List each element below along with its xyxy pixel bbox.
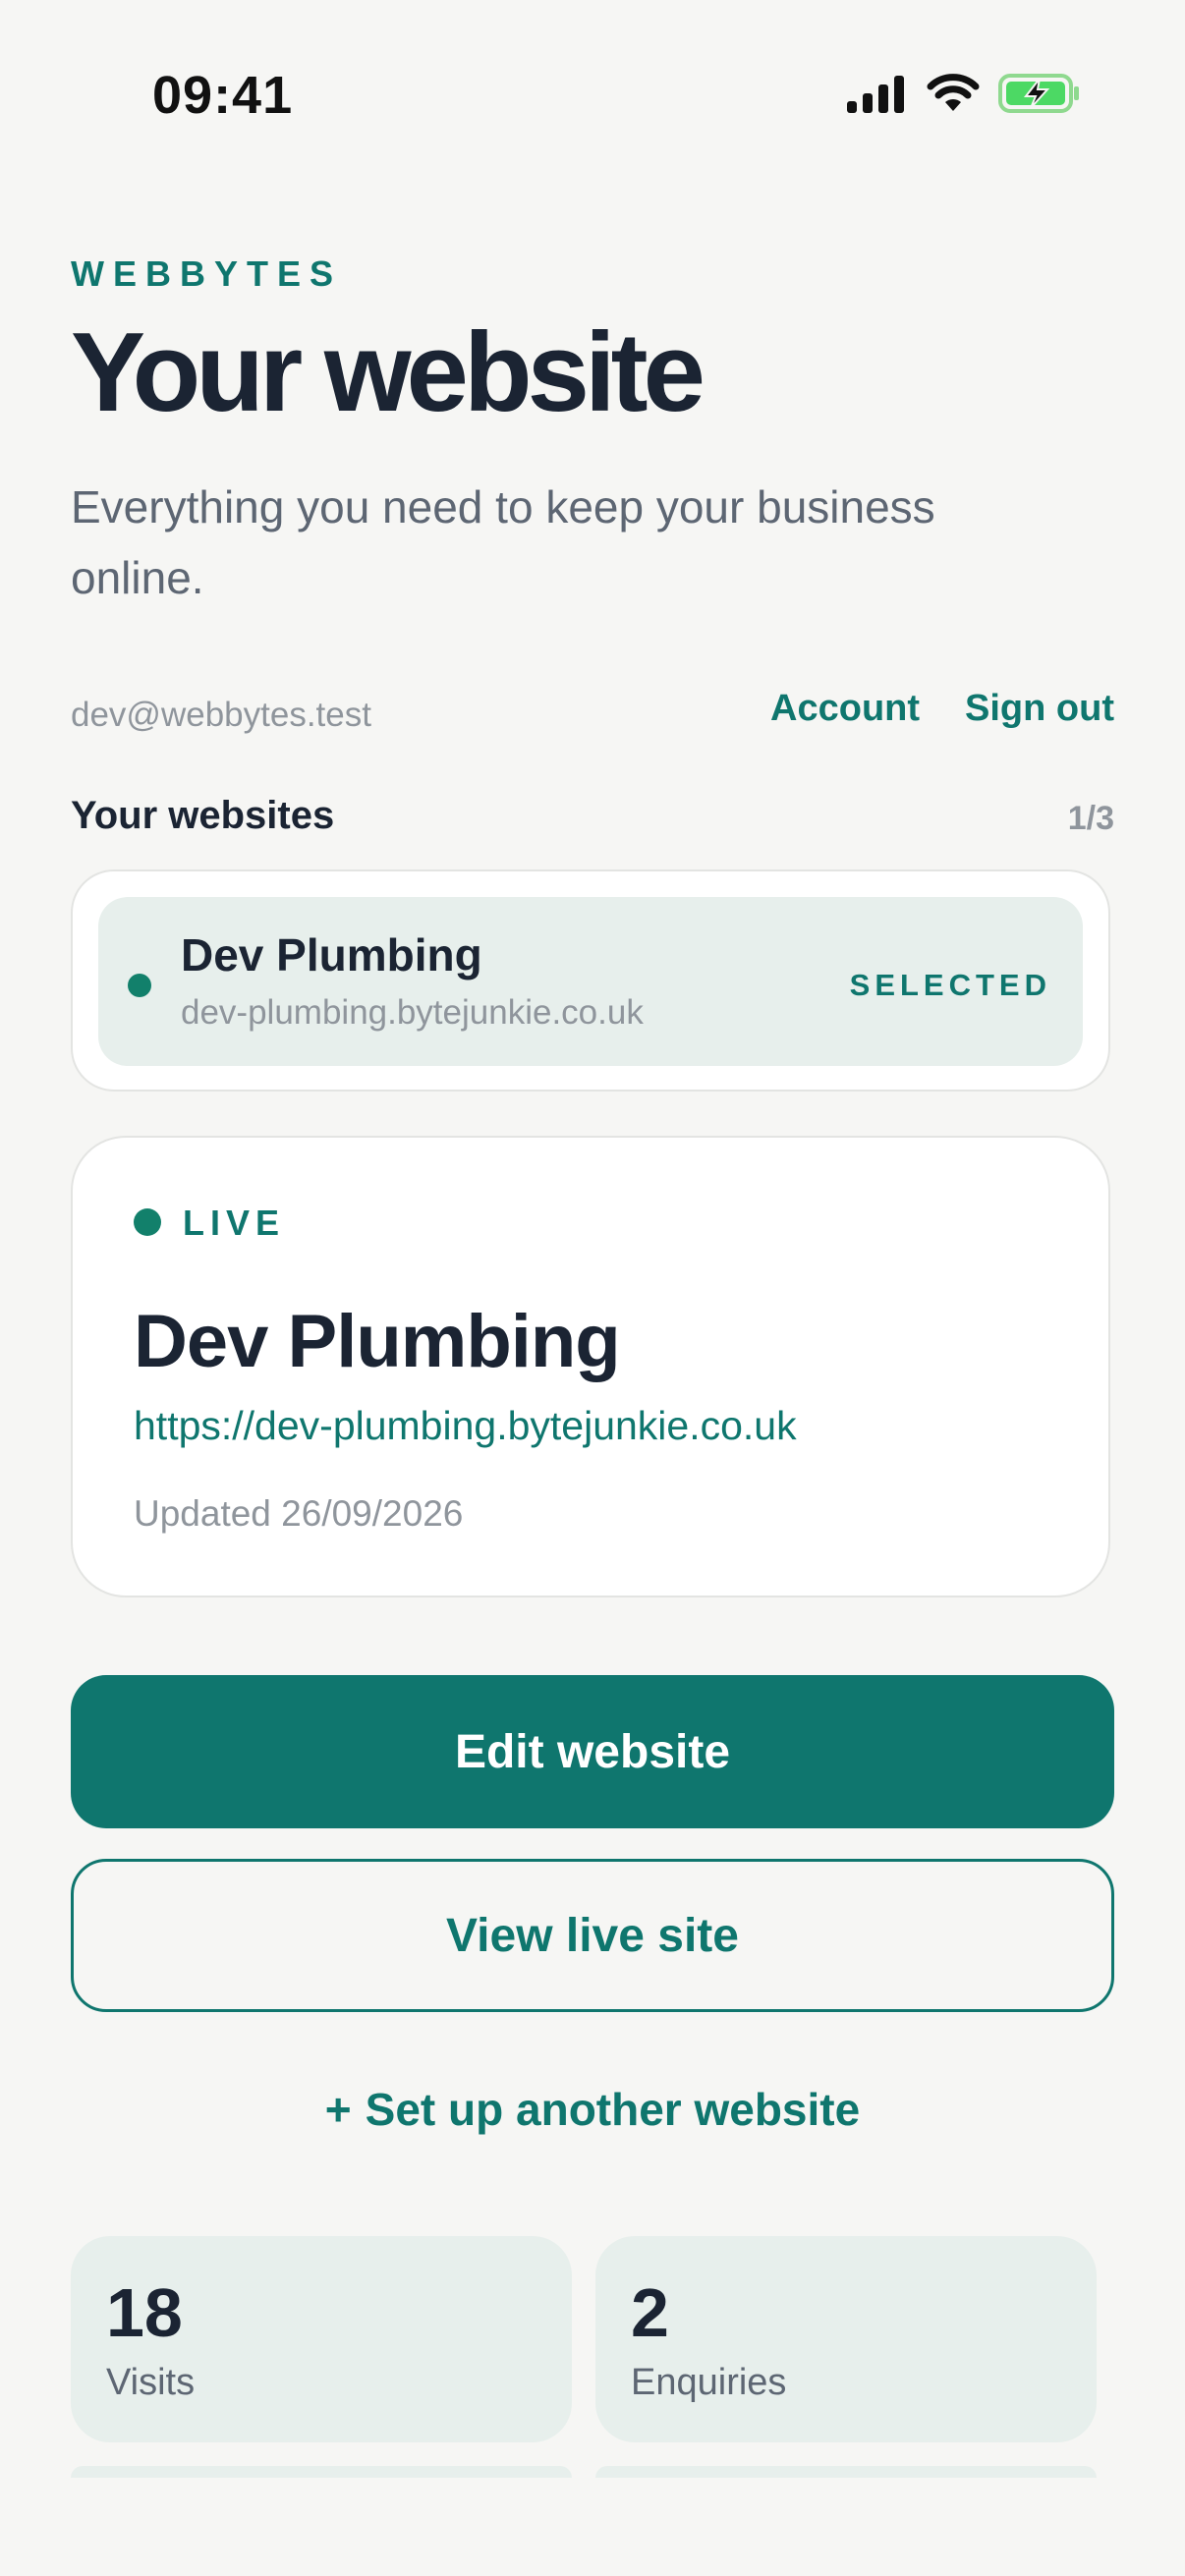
stat-value: 18 — [106, 2274, 183, 2351]
status-time: 09:41 — [152, 66, 294, 125]
add-website-link[interactable]: + Set up another website — [71, 2083, 1114, 2136]
view-live-site-button[interactable]: View live site — [71, 1859, 1114, 2012]
stat-card-partial — [595, 2466, 1097, 2478]
sign-out-link[interactable]: Sign out — [965, 688, 1114, 730]
stat-value: 2 — [631, 2274, 669, 2351]
live-site-url[interactable]: https://dev-plumbing.bytejunkie.co.uk — [134, 1403, 797, 1449]
battery-charging-icon — [998, 73, 1081, 114]
live-site-name: Dev Plumbing — [134, 1300, 621, 1383]
status-icons — [847, 73, 1081, 114]
page-subtitle: Everything you need to keep your busines… — [71, 481, 935, 603]
websites-section-title: Your websites — [71, 794, 335, 837]
website-list-item[interactable]: Dev Plumbing dev-plumbing.bytejunkie.co.… — [98, 897, 1083, 1066]
account-links: Account Sign out — [770, 688, 1114, 730]
page-title: Your website — [71, 310, 705, 435]
stat-card-partial — [71, 2466, 572, 2478]
edit-website-button[interactable]: Edit website — [71, 1675, 1114, 1828]
live-status-dot-icon — [134, 1208, 161, 1236]
cellular-signal-icon — [847, 74, 908, 113]
stat-card-visits: 18 Visits — [71, 2236, 572, 2442]
account-link[interactable]: Account — [770, 688, 920, 730]
stat-label: Enquiries — [631, 2362, 787, 2403]
plus-icon: + — [324, 2084, 352, 2135]
live-site-card: LIVE Dev Plumbing https://dev-plumbing.b… — [71, 1136, 1110, 1597]
website-domain: dev-plumbing.bytejunkie.co.uk — [181, 993, 644, 1032]
user-email: dev@webbytes.test — [71, 696, 371, 734]
wifi-icon — [926, 74, 981, 113]
stat-label: Visits — [106, 2362, 196, 2403]
website-name: Dev Plumbing — [181, 929, 482, 980]
websites-count: 1/3 — [1067, 800, 1114, 837]
add-website-label: Set up another website — [365, 2084, 861, 2135]
status-dot-icon — [128, 974, 151, 997]
stat-card-enquiries: 2 Enquiries — [595, 2236, 1097, 2442]
brand-label: WEBBYTES — [71, 253, 343, 294]
live-status-label: LIVE — [183, 1203, 286, 1243]
website-list: Dev Plumbing dev-plumbing.bytejunkie.co.… — [71, 869, 1110, 1092]
account-row: dev@webbytes.test Account Sign out — [71, 688, 1114, 743]
status-bar: 09:41 — [0, 0, 1185, 196]
selected-badge: SELECTED — [849, 968, 1051, 1002]
websites-header: Your websites 1/3 — [71, 794, 1114, 849]
last-updated-text: Updated 26/09/2026 — [134, 1493, 464, 1534]
